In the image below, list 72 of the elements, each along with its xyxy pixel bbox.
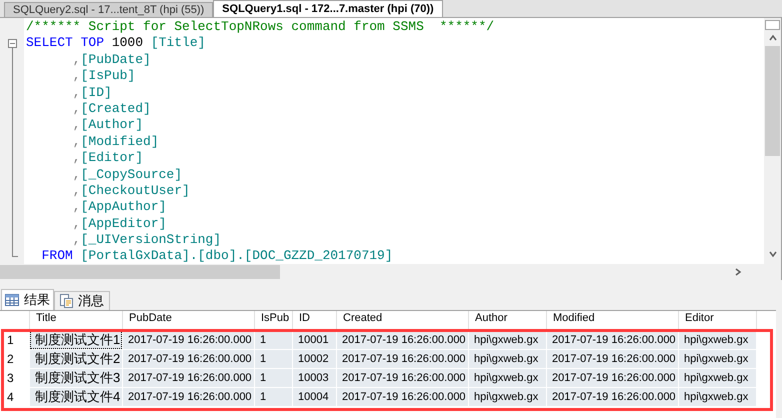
table-cell: 2017-07-19 16:26:00.000 <box>337 331 468 349</box>
code-line: FROM [PortalGxData].[dbo].[DOC_GZZD_20170719] <box>40 248 394 264</box>
row-number[interactable]: 4 <box>0 388 30 406</box>
row-number[interactable]: 2 <box>0 350 30 368</box>
column-header[interactable]: Author <box>469 311 547 330</box>
results-tab[interactable]: 结果 <box>1 289 54 310</box>
table-cell: 2017-07-19 16:26:00.000 <box>547 331 678 349</box>
document-icon <box>60 294 73 308</box>
table-cell: hpi\gxweb.gx <box>679 331 756 349</box>
table-cell: 1 <box>255 331 292 349</box>
column-header[interactable]: IsPub <box>255 311 293 330</box>
scroll-up-icon[interactable] <box>768 34 776 42</box>
table-cell: 1 <box>255 350 292 368</box>
table-cell: 2017-07-19 16:26:00.000 <box>547 369 678 387</box>
code-line: ,[AppEditor] <box>72 216 168 232</box>
table-cell: 2017-07-19 16:26:00.000 <box>337 369 468 387</box>
column-header[interactable]: Created <box>337 311 469 330</box>
code-line: ,[ID] <box>72 84 113 101</box>
code-line: /****** Script for SelectTopNRows command from SSMS ******/ <box>26 19 496 36</box>
code-line: ,[IsPub] <box>72 68 136 85</box>
code-line: ,[AppAuthor] <box>72 199 168 216</box>
table-cell: 1 <box>255 369 292 387</box>
table-cell: 2017-07-19 16:26:00.000 <box>337 388 468 406</box>
column-header[interactable]: ID <box>293 311 337 330</box>
table-cell: hpi\gxweb.gx <box>469 369 546 387</box>
code-line: ,[Editor] <box>72 150 144 167</box>
grid-icon <box>5 294 19 306</box>
code-line: ,[Created] <box>72 100 152 118</box>
scrollbar-thumb[interactable] <box>0 265 280 279</box>
table-cell: 2017-07-19 16:26:00.000 <box>123 369 254 387</box>
table-cell: 制度测试文件1 <box>30 331 122 349</box>
table-cell: hpi\gxweb.gx <box>469 350 546 368</box>
table-cell: 2017-07-19 16:26:00.000 <box>123 350 254 368</box>
scrollbar-thumb[interactable] <box>765 46 780 156</box>
table-cell: 2017-07-19 16:26:00.000 <box>123 388 254 406</box>
table-cell: hpi\gxweb.gx <box>679 369 756 387</box>
table-cell: hpi\gxweb.gx <box>469 388 546 406</box>
table-cell: 2017-07-19 16:26:00.000 <box>337 350 468 368</box>
table-cell: 10003 <box>293 369 336 387</box>
table-cell: 制度测试文件4 <box>30 388 122 406</box>
table-cell: 制度测试文件3 <box>30 369 122 387</box>
column-header[interactable]: Modified <box>547 311 679 330</box>
code-line: ,[Author] <box>72 117 144 134</box>
scroll-right-icon[interactable] <box>734 268 742 276</box>
document-tab[interactable]: SQLQuery1.sql - 172...7.master (hpi (70)) <box>213 0 443 17</box>
column-header[interactable]: Title <box>30 311 123 330</box>
code-line: ,[_CopySource] <box>72 166 184 183</box>
document-tab[interactable]: SQLQuery2.sql - 17...tent_8T (hpi (55)) <box>4 2 214 17</box>
table-cell: hpi\gxweb.gx <box>679 350 756 368</box>
splitter-handle[interactable] <box>765 20 780 30</box>
code-line: ,[Modified] <box>72 134 160 150</box>
row-number[interactable]: 1 <box>0 331 30 349</box>
table-cell: 2017-07-19 16:26:00.000 <box>547 350 678 368</box>
row-number[interactable]: 3 <box>0 369 30 387</box>
code-line: ,[CheckoutUser] <box>72 182 191 200</box>
table-cell: 2017-07-19 16:26:00.000 <box>547 388 678 406</box>
table-cell: 制度测试文件2 <box>30 350 122 368</box>
table-cell: hpi\gxweb.gx <box>469 331 546 349</box>
code-line: SELECT TOP 1000 [Title] <box>26 35 206 52</box>
column-header[interactable]: PubDate <box>123 311 255 330</box>
column-header[interactable]: Editor <box>679 311 757 330</box>
table-cell: 10004 <box>293 388 336 406</box>
scroll-down-icon[interactable] <box>768 250 776 258</box>
table-cell: 1 <box>255 388 292 406</box>
collapse-icon[interactable] <box>8 39 17 48</box>
code-line: ,[PubDate] <box>72 52 152 68</box>
table-cell: 10001 <box>293 331 336 349</box>
table-cell: 10002 <box>293 350 336 368</box>
results-tab[interactable]: 消息 <box>54 291 110 310</box>
table-cell: hpi\gxweb.gx <box>679 388 756 406</box>
code-line: ,[_UIVersionString] <box>72 232 222 248</box>
table-cell: 2017-07-19 16:26:00.000 <box>123 331 254 349</box>
